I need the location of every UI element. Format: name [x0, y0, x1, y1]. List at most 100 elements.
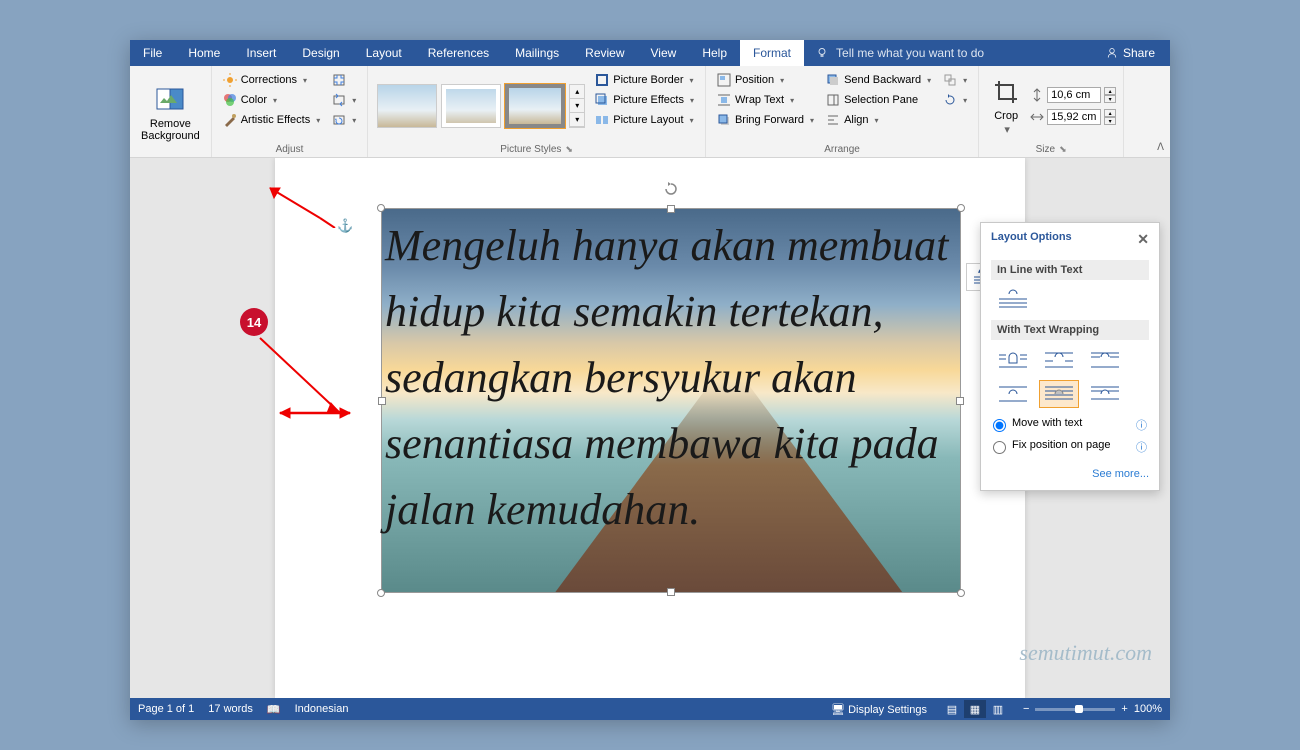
rotate-button[interactable]: ▾ — [939, 91, 971, 109]
zoom-slider[interactable] — [1035, 708, 1115, 711]
artistic-effects-button[interactable]: Artistic Effects▾ — [219, 111, 325, 129]
style-thumb[interactable] — [505, 84, 565, 128]
zoom-out-button[interactable]: − — [1023, 703, 1029, 715]
size-group-label: Size — [1036, 144, 1055, 155]
size-launcher[interactable]: ⬊ — [1059, 144, 1067, 154]
gallery-more-button[interactable]: ▾ — [570, 113, 584, 127]
resize-handle[interactable] — [957, 204, 965, 212]
styles-launcher[interactable]: ⬊ — [565, 144, 573, 154]
tab-view[interactable]: View — [638, 40, 690, 66]
tab-references[interactable]: References — [415, 40, 502, 66]
language-indicator[interactable]: Indonesian — [295, 703, 349, 715]
wrap-tight[interactable] — [1039, 346, 1079, 374]
panel-title: Layout Options — [991, 231, 1072, 248]
gallery-down-button[interactable]: ▾ — [570, 99, 584, 113]
print-layout-button[interactable]: ▦ — [964, 700, 986, 718]
crop-button[interactable]: Crop▾ — [984, 69, 1028, 142]
picture-styles-gallery[interactable]: ▴ ▾ ▾ — [373, 69, 589, 142]
adjust-group-label: Adjust — [217, 142, 363, 157]
zoom-in-button[interactable]: + — [1121, 703, 1127, 715]
wrap-square[interactable] — [993, 346, 1033, 374]
web-layout-button[interactable]: ▥ — [987, 700, 1009, 718]
page-indicator[interactable]: Page 1 of 1 — [138, 703, 194, 715]
height-input[interactable]: ▴▾ — [1030, 87, 1116, 103]
wrap-front[interactable] — [1085, 380, 1125, 408]
tab-design[interactable]: Design — [289, 40, 352, 66]
corrections-button[interactable]: Corrections▾ — [219, 71, 325, 89]
spin-up[interactable]: ▴ — [1104, 109, 1116, 117]
spellcheck-icon[interactable]: 📖 — [267, 703, 281, 716]
spin-down[interactable]: ▾ — [1104, 117, 1116, 125]
share-icon — [1106, 47, 1118, 59]
reset-icon — [332, 113, 346, 127]
wrap-through[interactable] — [1085, 346, 1125, 374]
arrange-group-label: Arrange — [711, 142, 973, 157]
see-more-link[interactable]: See more... — [981, 462, 1159, 490]
position-button[interactable]: Position▾ — [713, 71, 818, 89]
share-button[interactable]: Share — [1091, 46, 1170, 60]
picture-effects-button[interactable]: Picture Effects▾ — [591, 91, 698, 109]
ribbon-tabs: File Home Insert Design Layout Reference… — [130, 40, 1170, 66]
brush-icon — [223, 113, 237, 127]
picture-layout-button[interactable]: Picture Layout▾ — [591, 111, 698, 129]
tab-help[interactable]: Help — [689, 40, 740, 66]
tab-mailings[interactable]: Mailings — [502, 40, 572, 66]
width-input[interactable]: ▴▾ — [1030, 109, 1116, 125]
selection-pane-button[interactable]: Selection Pane — [822, 91, 935, 109]
rotate-handle[interactable] — [663, 181, 679, 197]
change-picture-button[interactable]: ▾ — [328, 91, 360, 109]
spin-down[interactable]: ▾ — [1104, 95, 1116, 103]
compress-pictures-button[interactable] — [328, 71, 360, 89]
resize-handle[interactable] — [667, 588, 675, 596]
tell-me-search[interactable]: Tell me what you want to do — [804, 46, 1091, 60]
tab-format[interactable]: Format — [740, 40, 804, 66]
resize-handle[interactable] — [957, 589, 965, 597]
info-icon[interactable]: ⓘ — [1136, 439, 1147, 455]
read-mode-button[interactable]: ▤ — [941, 700, 963, 718]
tab-insert[interactable]: Insert — [233, 40, 289, 66]
backward-icon — [826, 73, 840, 87]
tab-review[interactable]: Review — [572, 40, 637, 66]
bring-forward-button[interactable]: Bring Forward▾ — [713, 111, 818, 129]
picture-border-button[interactable]: Picture Border▾ — [591, 71, 698, 89]
gallery-up-button[interactable]: ▴ — [570, 85, 584, 99]
move-with-text-radio[interactable] — [993, 419, 1006, 432]
tab-home[interactable]: Home — [175, 40, 233, 66]
align-icon — [826, 113, 840, 127]
border-icon — [595, 73, 609, 87]
word-count[interactable]: 17 words — [208, 703, 253, 715]
style-thumb[interactable] — [377, 84, 437, 128]
wrap-behind[interactable] — [1039, 380, 1079, 408]
close-icon[interactable]: ✕ — [1137, 231, 1149, 248]
info-icon[interactable]: ⓘ — [1136, 417, 1147, 433]
pane-icon — [826, 93, 840, 107]
display-settings-button[interactable]: 🖥 Display Settings — [831, 703, 927, 716]
send-backward-button[interactable]: Send Backward▾ — [822, 71, 935, 89]
wrap-topbottom[interactable] — [993, 380, 1033, 408]
align-button[interactable]: Align▾ — [822, 111, 935, 129]
document-text[interactable]: Mengeluh hanya akan membuat hidup kita s… — [385, 213, 1005, 543]
fix-position-radio[interactable] — [993, 441, 1006, 454]
color-icon — [223, 93, 237, 107]
group-button[interactable]: ▾ — [939, 71, 971, 89]
resize-handle[interactable] — [667, 205, 675, 213]
resize-handle[interactable] — [377, 204, 385, 212]
annotation-arrow — [260, 178, 340, 228]
resize-handle[interactable] — [377, 589, 385, 597]
collapse-ribbon-button[interactable]: ᐱ — [1157, 142, 1164, 153]
callout-badge: 14 — [240, 308, 268, 336]
tab-layout[interactable]: Layout — [353, 40, 415, 66]
color-button[interactable]: Color▾ — [219, 91, 325, 109]
reset-picture-button[interactable]: ▾ — [328, 111, 360, 129]
group-icon — [943, 73, 957, 87]
spin-up[interactable]: ▴ — [1104, 87, 1116, 95]
zoom-level[interactable]: 100% — [1134, 703, 1162, 715]
wrap-text-button[interactable]: Wrap Text▾ — [713, 91, 818, 109]
inline-label: In Line with Text — [991, 260, 1149, 280]
forward-icon — [717, 113, 731, 127]
wrap-inline[interactable] — [993, 286, 1033, 314]
layout-options-panel: Layout Options✕ In Line with Text With T… — [980, 222, 1160, 491]
remove-background-button[interactable]: Remove Background — [135, 69, 206, 157]
tab-file[interactable]: File — [130, 40, 175, 66]
style-thumb[interactable] — [441, 84, 501, 128]
